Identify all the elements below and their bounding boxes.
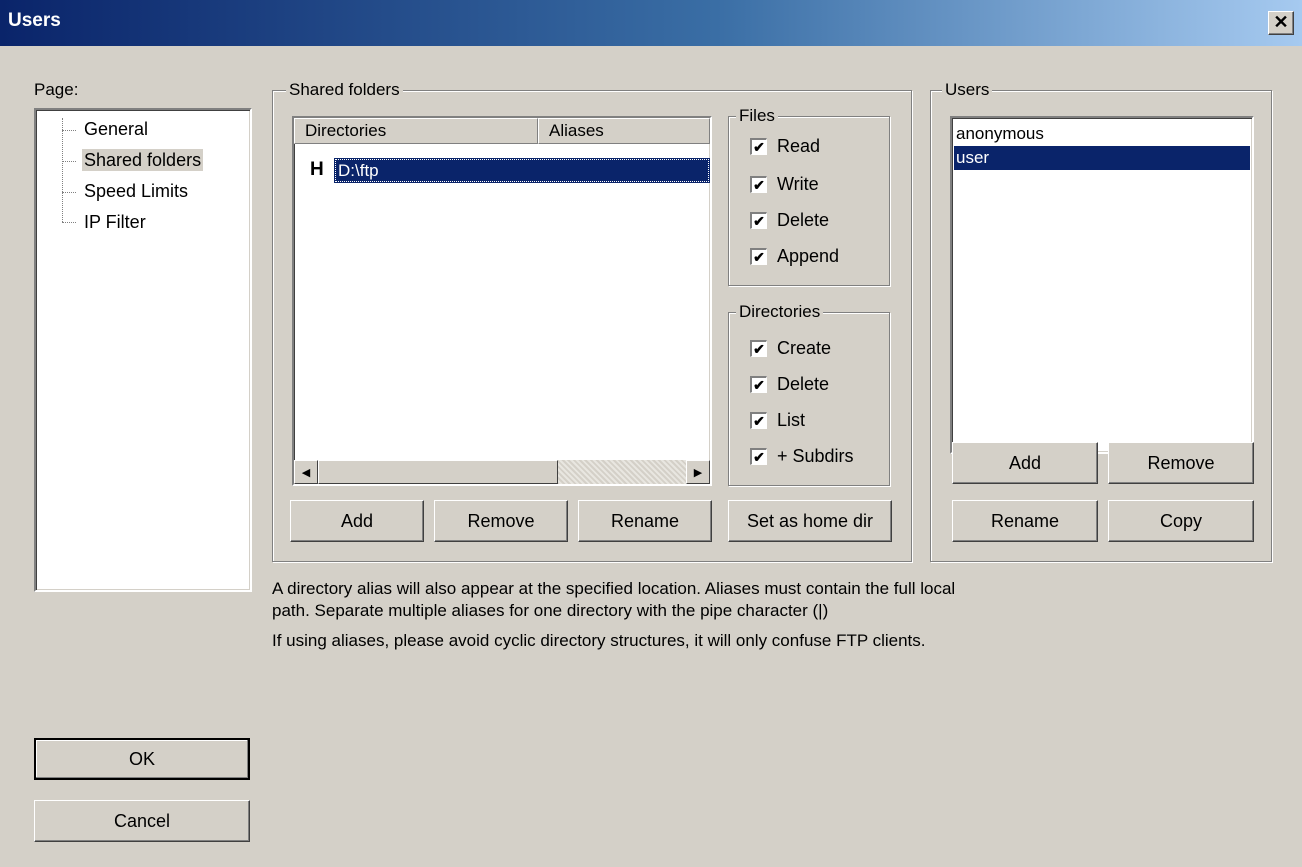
files-label: Files <box>736 106 778 126</box>
copy-user-button[interactable]: Copy <box>1108 500 1254 542</box>
tree-branch <box>62 130 76 131</box>
shared-folders-label: Shared folders <box>286 80 403 100</box>
dirs-subdirs-label: + Subdirs <box>777 446 854 466</box>
add-directory-button[interactable]: Add <box>290 500 424 542</box>
page-label: Page: <box>34 80 79 99</box>
check-icon: ✔ <box>750 412 767 429</box>
check-icon: ✔ <box>750 340 767 357</box>
window-title: Users <box>8 10 61 31</box>
dirs-subdirs-checkbox[interactable]: ✔ + Subdirs <box>750 446 854 467</box>
directory-path: D:\ftp <box>338 161 379 180</box>
files-delete-checkbox[interactable]: ✔ Delete <box>750 210 829 231</box>
tree-item-ip-filter[interactable]: IP Filter <box>82 211 148 233</box>
add-user-button[interactable]: Add <box>952 442 1098 484</box>
check-icon: ✔ <box>750 176 767 193</box>
title-bar <box>0 0 1302 46</box>
horizontal-scrollbar[interactable]: ◀ ▶ <box>294 460 710 484</box>
remove-directory-label: Remove <box>467 510 535 531</box>
dirs-list-checkbox[interactable]: ✔ List <box>750 410 805 431</box>
scroll-left-button[interactable]: ◀ <box>294 460 318 484</box>
files-append-label: Append <box>777 246 840 266</box>
tree-item-speed-limits[interactable]: Speed Limits <box>82 180 190 202</box>
files-read-label: Read <box>777 136 821 156</box>
set-home-dir-label: Set as home dir <box>746 510 874 531</box>
directories-list: Directories Aliases H D:\ftp ◀ ▶ <box>292 116 712 486</box>
scroll-thumb[interactable] <box>318 460 558 484</box>
cancel-button[interactable]: Cancel <box>34 800 250 842</box>
tree-connector <box>62 118 63 222</box>
tree-branch <box>62 192 76 193</box>
user-name: user <box>956 148 990 167</box>
tree-item-general[interactable]: General <box>82 118 150 140</box>
home-dir-marker: H <box>310 159 324 180</box>
info-line-3: If using aliases, please avoid cyclic di… <box>272 631 926 650</box>
close-icon: ✕ <box>1273 12 1289 32</box>
rename-user-button[interactable]: Rename <box>952 500 1098 542</box>
rename-user-label: Rename <box>990 510 1060 531</box>
files-append-checkbox[interactable]: ✔ Append <box>750 246 839 267</box>
directory-row[interactable]: D:\ftp <box>334 158 710 183</box>
users-label: Users <box>942 80 993 100</box>
dirs-list-label: List <box>777 410 806 430</box>
alias-info-text: A directory alias will also appear at th… <box>272 578 1272 652</box>
dirs-delete-label: Delete <box>777 374 830 394</box>
close-button[interactable]: ✕ <box>1268 11 1294 35</box>
files-write-label: Write <box>777 174 819 194</box>
remove-user-label: Remove <box>1147 452 1215 473</box>
user-item-user[interactable]: user <box>954 146 1250 170</box>
users-list: anonymous user <box>950 116 1254 454</box>
add-user-label: Add <box>1008 452 1042 473</box>
tree-branch <box>62 222 76 223</box>
files-read-checkbox[interactable]: ✔ Read <box>750 136 820 157</box>
rename-directory-label: Rename <box>610 510 680 531</box>
directories-label: Directories <box>736 302 824 322</box>
tree-item-shared-folders[interactable]: Shared folders <box>82 149 204 171</box>
ok-button[interactable]: OK <box>34 738 250 780</box>
tree-branch <box>62 161 76 162</box>
user-name: anonymous <box>956 124 1044 143</box>
remove-user-button[interactable]: Remove <box>1108 442 1254 484</box>
check-icon: ✔ <box>750 138 767 155</box>
column-header-directories[interactable]: Directories <box>294 118 538 144</box>
arrow-right-icon: ▶ <box>693 466 703 479</box>
user-item-anonymous[interactable]: anonymous <box>954 122 1250 146</box>
check-icon: ✔ <box>750 448 767 465</box>
info-line-2: path. Separate multiple aliases for one … <box>272 601 829 620</box>
files-delete-label: Delete <box>777 210 830 230</box>
copy-user-label: Copy <box>1159 510 1203 531</box>
page-tree: General Shared folders Speed Limits IP F… <box>34 108 252 592</box>
dirs-delete-checkbox[interactable]: ✔ Delete <box>750 374 829 395</box>
column-header-aliases[interactable]: Aliases <box>538 118 710 144</box>
files-write-checkbox[interactable]: ✔ Write <box>750 174 819 195</box>
set-home-dir-button[interactable]: Set as home dir <box>728 500 892 542</box>
dirs-create-checkbox[interactable]: ✔ Create <box>750 338 831 359</box>
add-directory-label: Add <box>340 510 374 531</box>
check-icon: ✔ <box>750 376 767 393</box>
check-icon: ✔ <box>750 248 767 265</box>
info-line-1: A directory alias will also appear at th… <box>272 579 956 598</box>
check-icon: ✔ <box>750 212 767 229</box>
arrow-left-icon: ◀ <box>301 466 311 479</box>
rename-directory-button[interactable]: Rename <box>578 500 712 542</box>
scroll-right-button[interactable]: ▶ <box>686 460 710 484</box>
dirs-create-label: Create <box>777 338 832 358</box>
remove-directory-button[interactable]: Remove <box>434 500 568 542</box>
